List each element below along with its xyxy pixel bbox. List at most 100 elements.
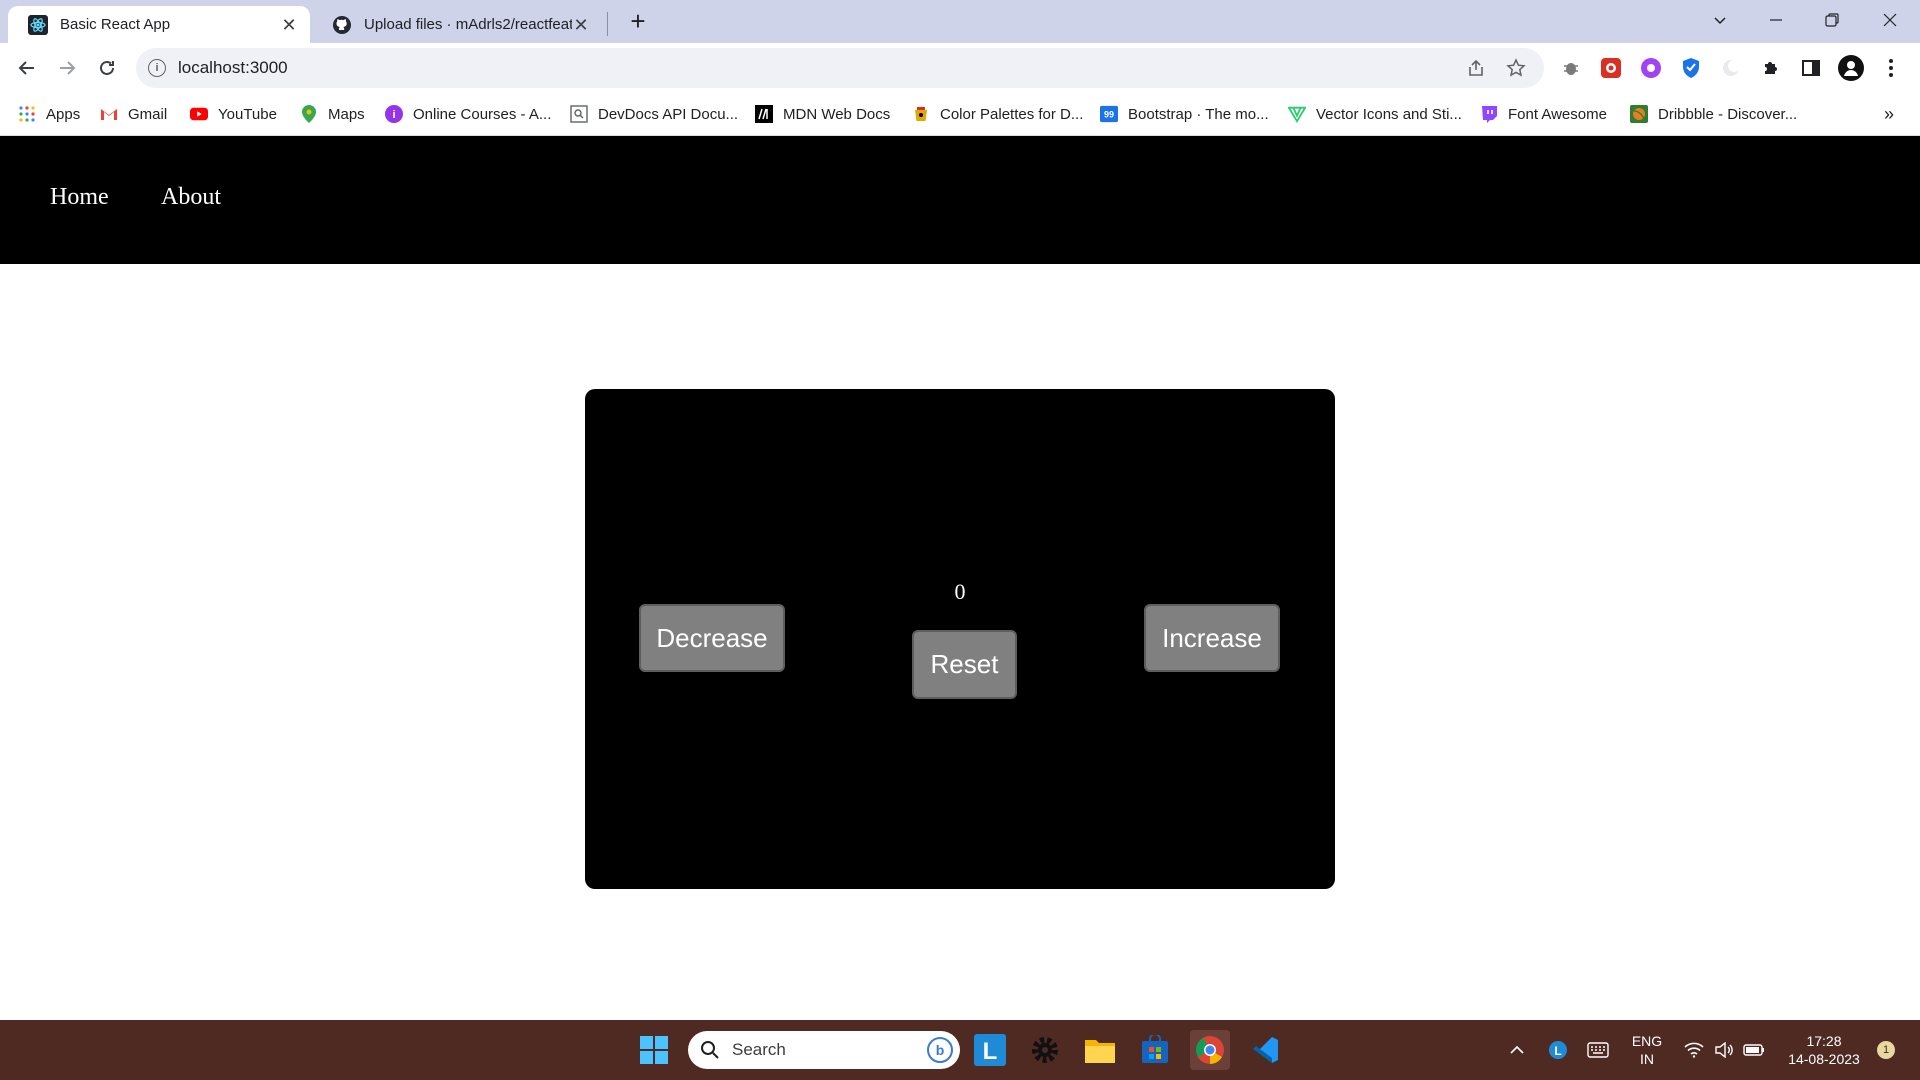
decrease-button[interactable]: Decrease (639, 604, 785, 672)
address-url[interactable]: localhost:3000 (178, 58, 1464, 78)
svg-text:L: L (1554, 1044, 1561, 1058)
wifi-icon[interactable] (1680, 1020, 1708, 1080)
vscode-icon[interactable] (1245, 1030, 1285, 1070)
browser-menu-icon[interactable] (1878, 55, 1904, 81)
svg-text:b: b (936, 1042, 945, 1058)
minimize-icon[interactable] (1748, 0, 1804, 40)
nav-link-about[interactable]: About (161, 184, 221, 211)
bookmark-star-icon[interactable] (1504, 56, 1528, 80)
search-icon (700, 1040, 720, 1065)
keyboard-icon[interactable] (1584, 1020, 1612, 1080)
counter-value: 0 (954, 579, 966, 604)
bookmark-font-awesome[interactable]: Font Awesome (1480, 102, 1607, 126)
reload-icon[interactable] (92, 53, 122, 83)
bookmark-devdocs[interactable]: DevDocs API Docu... (570, 102, 738, 126)
courses-icon: i (385, 105, 403, 123)
mdn-icon (755, 105, 773, 123)
bookmark-label: Online Courses - A... (413, 105, 552, 123)
more-bookmarks-chevron-icon[interactable]: » (1884, 102, 1894, 126)
github-icon (332, 15, 352, 35)
counter-panel: 0 Decrease Reset Increase (585, 389, 1335, 889)
browser-tab-strip: Basic React App ✕ Upload files · mAdrls2… (0, 0, 1920, 43)
share-icon[interactable] (1464, 56, 1488, 80)
tab-title: Basic React App (60, 16, 171, 33)
bookmark-label: Color Palettes for D... (940, 105, 1084, 123)
file-explorer-icon[interactable] (1080, 1030, 1120, 1070)
purple-extension-icon[interactable] (1638, 55, 1664, 81)
bookmark-mdn[interactable]: MDN Web Docs (755, 102, 890, 126)
chrome-icon[interactable] (1190, 1030, 1230, 1070)
maps-pin-icon (300, 105, 318, 123)
bug-extension-icon[interactable] (1558, 55, 1584, 81)
bookmark-label: Dribbble - Discover... (1658, 105, 1798, 123)
battery-icon[interactable] (1740, 1020, 1768, 1080)
page-viewport: Home About 0 Decrease Reset Increase (0, 136, 1920, 1020)
svg-text:L: L (983, 1038, 998, 1065)
clock-date: 14-08-2023 (1788, 1051, 1860, 1067)
svg-text:i: i (392, 109, 395, 121)
bookmark-gmail[interactable]: Gmail (100, 102, 167, 126)
windows-start-icon[interactable] (634, 1030, 674, 1070)
volume-icon[interactable] (1710, 1020, 1738, 1080)
address-bar[interactable]: i localhost:3000 (136, 48, 1544, 88)
extensions-puzzle-icon[interactable] (1758, 55, 1784, 81)
back-arrow-icon[interactable] (12, 53, 42, 83)
tab-divider (607, 12, 608, 36)
bookmark-label: Font Awesome (1508, 105, 1607, 123)
bing-icon[interactable]: b (926, 1036, 954, 1069)
devdocs-icon (570, 105, 588, 123)
bookmark-label: Gmail (128, 105, 168, 123)
bookmark-online-courses[interactable]: i Online Courses - A... (385, 102, 551, 126)
bookmark-label: Apps (46, 105, 81, 123)
browser-toolbar: i localhost:3000 (0, 43, 1920, 94)
language-indicator[interactable]: ENG IN (1622, 1020, 1672, 1080)
increase-button[interactable]: Increase (1144, 604, 1280, 672)
react-icon (28, 14, 48, 35)
microsoft-store-icon[interactable] (1135, 1030, 1175, 1070)
vector-icon (1288, 105, 1306, 123)
palette-icon (912, 105, 930, 123)
close-window-icon[interactable] (1862, 0, 1918, 40)
shield-extension-icon[interactable] (1678, 55, 1704, 81)
l-app-icon[interactable]: L (970, 1030, 1010, 1070)
profile-avatar[interactable] (1838, 55, 1864, 81)
twitch-icon (1480, 105, 1498, 123)
forward-arrow-icon[interactable] (52, 53, 82, 83)
language-code: ENG (1631, 1033, 1663, 1049)
red-extension-icon[interactable] (1598, 55, 1624, 81)
new-tab-button[interactable]: + (624, 8, 652, 36)
tab-basic-react-app[interactable]: Basic React App ✕ (8, 6, 310, 43)
bookmark-color-palettes[interactable]: Color Palettes for D... (912, 102, 1083, 126)
region-code: IN (1640, 1051, 1654, 1067)
bookmark-label: DevDocs API Docu... (598, 105, 739, 123)
notification-badge[interactable]: 1 (1874, 1020, 1898, 1080)
tab-search-chevron-icon[interactable] (1692, 0, 1748, 40)
bookmark-youtube[interactable]: YouTube (190, 102, 277, 126)
close-tab-icon[interactable]: ✕ (572, 16, 590, 34)
notification-count: 1 (1877, 1041, 1895, 1059)
close-tab-icon[interactable]: ✕ (280, 16, 298, 34)
nav-link-home[interactable]: Home (50, 184, 109, 211)
tab-title: Upload files · mAdrls2/reactfeatu (364, 16, 572, 33)
restore-icon[interactable] (1804, 0, 1860, 40)
bookmark-label: MDN Web Docs (783, 105, 891, 123)
bookmark-bootstrap[interactable]: 99 Bootstrap · The mo... (1100, 102, 1269, 126)
svg-text:99: 99 (1104, 110, 1114, 120)
dribbble-icon (1630, 105, 1648, 123)
bookmarks-bar: Apps Gmail YouTube Maps i Online Courses… (0, 94, 1920, 136)
settings-gear-icon[interactable] (1025, 1030, 1065, 1070)
side-panel-icon[interactable] (1798, 55, 1824, 81)
show-hidden-icons-chevron-icon[interactable] (1505, 1020, 1529, 1080)
bookmark-apps[interactable]: Apps (18, 102, 80, 126)
bookmark-vector-icons[interactable]: Vector Icons and Sti... (1288, 102, 1462, 126)
reset-button[interactable]: Reset (912, 630, 1017, 699)
clock[interactable]: 17:28 14-08-2023 (1776, 1020, 1872, 1080)
bookmark-dribbble[interactable]: Dribbble - Discover... (1630, 102, 1797, 126)
tray-l-app-icon[interactable]: L (1544, 1020, 1572, 1080)
bookmark-maps[interactable]: Maps (300, 102, 365, 126)
site-info-icon[interactable]: i (148, 59, 166, 77)
bookmark-label: YouTube (218, 105, 277, 123)
moon-extension-icon[interactable] (1718, 55, 1744, 81)
taskbar-search-box[interactable]: Search b (688, 1031, 960, 1069)
tab-upload-files[interactable]: Upload files · mAdrls2/reactfeatu ✕ (312, 6, 602, 43)
